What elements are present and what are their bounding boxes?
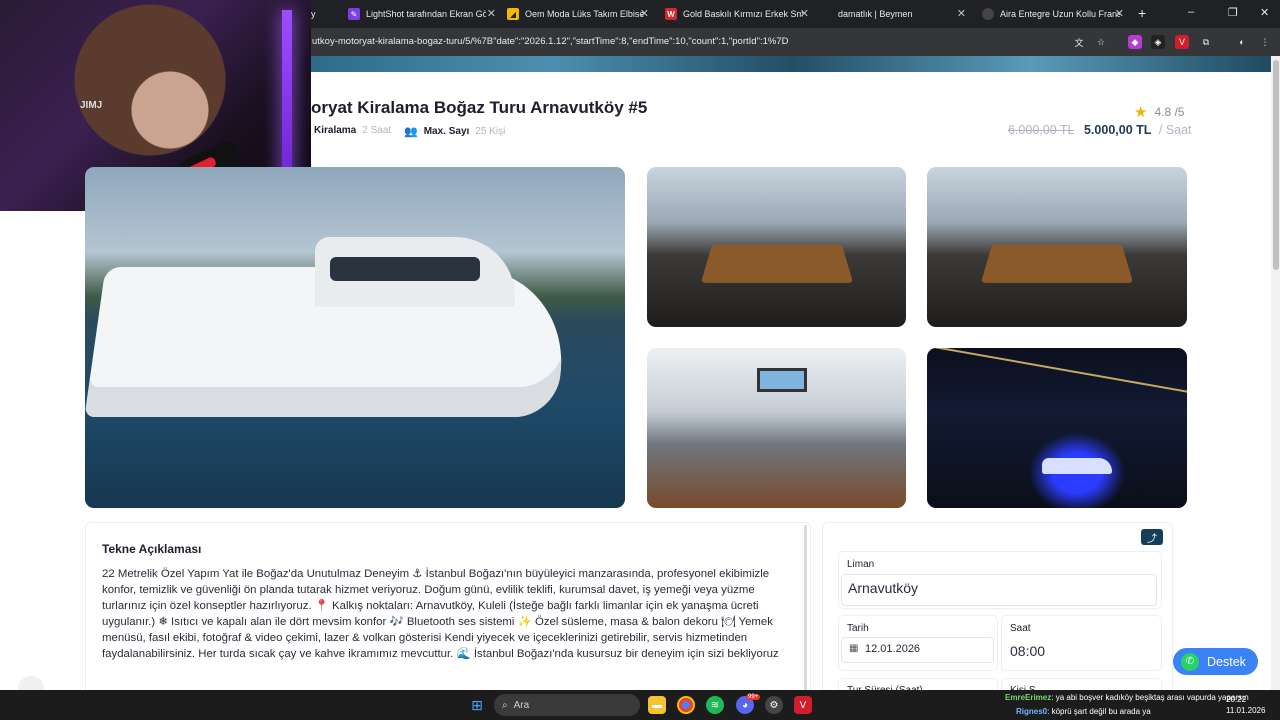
- port-label: Liman: [847, 559, 875, 570]
- meta-max-capacity: 👥 Max. Sayı 25 Kişi: [404, 126, 506, 138]
- vivaldi-icon[interactable]: V: [794, 696, 812, 714]
- port-value: Arnavutköy: [848, 580, 919, 596]
- time-value: 08:00: [1010, 643, 1046, 659]
- profile-icon[interactable]: ◐: [1235, 35, 1249, 49]
- extensions-puzzle-icon[interactable]: ⧉: [1199, 35, 1213, 49]
- browser-tab[interactable]: y: [311, 4, 335, 24]
- extension-icon[interactable]: ◈: [1151, 35, 1165, 49]
- gallery-photo-interior-1[interactable]: [647, 167, 906, 327]
- date-label: Tarih: [847, 623, 869, 634]
- windows-taskbar: ⊞ ⌕ Ara ▬ ≋ ◕ 99+ ⚙ V EmreErimez: ya abi …: [0, 690, 1280, 720]
- spotify-icon[interactable]: ≋: [706, 696, 724, 714]
- date-field[interactable]: Tarih ▦ 12.01.2026: [838, 615, 998, 671]
- lightshot-icon: ✎: [348, 8, 360, 20]
- star-icon: ★: [1134, 104, 1148, 121]
- date-value: 12.01.2026: [865, 643, 921, 655]
- time-label: Saat: [1010, 623, 1031, 634]
- share-button[interactable]: ⤴: [1141, 529, 1163, 545]
- port-field[interactable]: Liman Arnavutköy: [838, 551, 1162, 609]
- extension-v-icon[interactable]: V: [1175, 35, 1189, 49]
- new-tab-button[interactable]: +: [1138, 5, 1146, 21]
- old-price: 6.000,00 TL: [1008, 123, 1075, 137]
- browser-menu-icon[interactable]: ⋮: [1258, 35, 1272, 49]
- translate-icon[interactable]: 文: [1072, 35, 1086, 49]
- taskbar-search[interactable]: ⌕ Ara: [494, 694, 640, 716]
- chat-message: EmreErimez: ya abi boşver kadıköy beşikt…: [1005, 693, 1249, 702]
- webcam-text: JIMJ: [80, 100, 103, 111]
- browser-tab[interactable]: ✎ LightShot tarafından Ekran Görü ✕: [348, 4, 496, 24]
- close-tab-icon[interactable]: ✕: [487, 7, 496, 20]
- description-card: Tekne Açıklaması 22 Metrelik Özel Yapım …: [85, 522, 811, 712]
- hero-image-strip: [311, 56, 1271, 72]
- scrollbar-thumb[interactable]: [1273, 60, 1279, 270]
- close-tab-icon[interactable]: ✕: [800, 7, 809, 20]
- bookmark-star-icon[interactable]: ☆: [1094, 35, 1108, 49]
- booking-card: ⤴ Liman Arnavutköy Tarih ▦ 12.01.2026 Sa…: [822, 522, 1173, 712]
- oem-moda-icon: ◢: [507, 8, 519, 20]
- close-tab-icon[interactable]: ✕: [1115, 7, 1124, 20]
- gallery-photo-deck[interactable]: [647, 348, 906, 508]
- support-button[interactable]: ✆ Destek: [1173, 648, 1258, 675]
- description-scrollbar[interactable]: [804, 525, 807, 711]
- time-field[interactable]: Saat 08:00: [1001, 615, 1162, 671]
- gallery-photo-interior-2[interactable]: [927, 167, 1187, 327]
- w-brand-icon: W: [665, 8, 677, 20]
- new-price: 5.000,00 TL: [1083, 123, 1152, 137]
- price-block: 6.000,00 TL 5.000,00 TL / Saat: [1008, 123, 1192, 137]
- share-icon: ⤴: [1147, 533, 1157, 545]
- extension-icon[interactable]: ◆: [1128, 35, 1142, 49]
- rating-value: 4.8 /5: [1154, 105, 1185, 119]
- close-tab-icon[interactable]: ✕: [957, 7, 966, 20]
- windows-start-icon[interactable]: ⊞: [468, 696, 486, 714]
- support-label: Destek: [1207, 654, 1246, 669]
- aira-site-icon: [982, 8, 994, 20]
- main-yacht-photo[interactable]: [85, 167, 625, 508]
- rating: ★ 4.8 /5: [1134, 103, 1184, 121]
- chat-message: Rignes0: köprü şart değil bu arada ya: [1016, 707, 1151, 716]
- gallery-photo-night[interactable]: [927, 348, 1187, 508]
- taskbar-time[interactable]: 20:22: [1226, 695, 1246, 704]
- minimize-icon[interactable]: –: [1188, 6, 1194, 18]
- steam-icon[interactable]: ⚙: [765, 696, 783, 714]
- description-body: 22 Metrelik Özel Yapım Yat ile Boğaz'da …: [102, 568, 779, 660]
- calendar-icon: ▦: [849, 643, 859, 654]
- browser-tab[interactable]: W Gold Baskılı Kırmızı Erkek Smok ✕: [665, 4, 809, 24]
- listing-title: oryat Kiralama Boğaz Turu Arnavutköy #5: [311, 98, 648, 117]
- taskbar-date[interactable]: 11.01.2026: [1226, 706, 1265, 715]
- price-unit: / Saat: [1158, 123, 1192, 137]
- close-tab-icon[interactable]: ✕: [640, 7, 649, 20]
- people-icon: 👥: [404, 126, 418, 138]
- browser-tab[interactable]: ◢ Oem Moda Lüks Takım Elbise S ✕: [507, 4, 649, 24]
- description-title: Tekne Açıklaması: [102, 542, 202, 556]
- search-icon: ⌕: [502, 699, 508, 711]
- url-field[interactable]: utkoy-motoryat-kiralama-bogaz-turu/5/%7B…: [312, 36, 788, 47]
- meta-rental-duration: Kiralama 2 Saat: [314, 125, 392, 136]
- notification-badge: 99+: [746, 694, 761, 700]
- browser-tab[interactable]: damatlık | Beymen ✕: [838, 4, 966, 24]
- chrome-icon[interactable]: [677, 696, 695, 714]
- file-explorer-icon[interactable]: ▬: [648, 696, 666, 714]
- whatsapp-icon: ✆: [1181, 652, 1199, 671]
- restore-icon[interactable]: ❐: [1228, 6, 1238, 19]
- browser-tab[interactable]: Aira Entegre Uzun Kollu Fransız ✕: [982, 4, 1124, 24]
- close-window-icon[interactable]: ✕: [1260, 6, 1269, 19]
